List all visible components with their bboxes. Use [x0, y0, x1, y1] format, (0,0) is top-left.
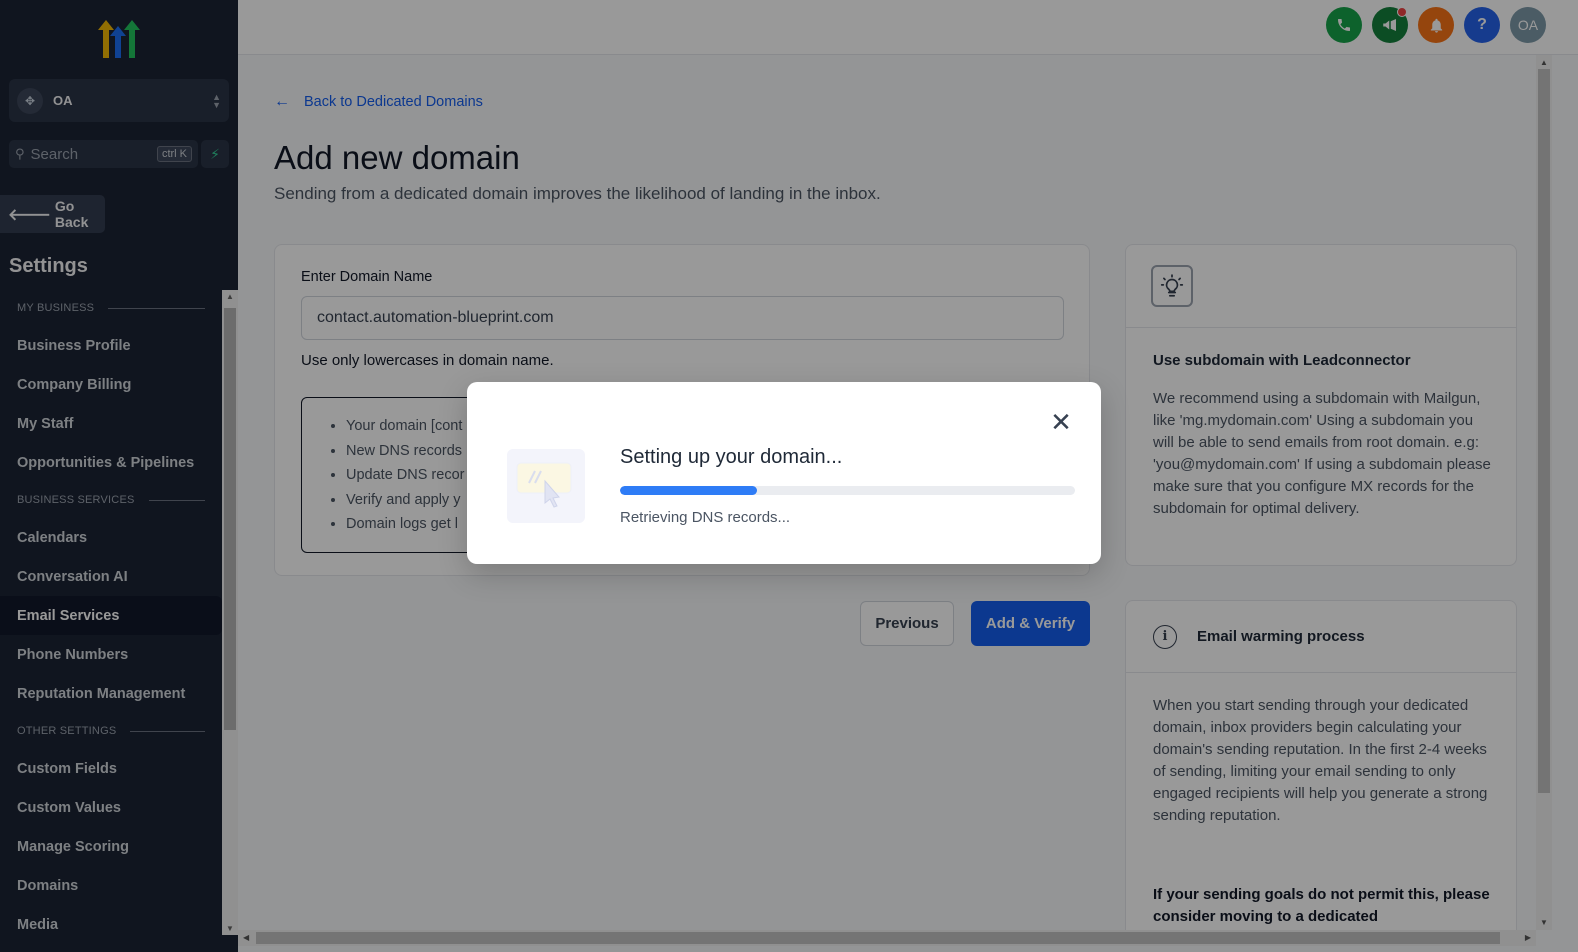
browser-cursor-illustration-icon: [507, 449, 585, 523]
close-icon[interactable]: ✕: [1049, 409, 1073, 435]
modal-title: Setting up your domain...: [620, 446, 843, 468]
setup-progress-bar: [620, 486, 1075, 495]
setup-progress-fill: [620, 486, 757, 495]
modal-status-text: Retrieving DNS records...: [620, 509, 791, 526]
domain-setup-modal: ✕ Setting up your domain... Retrieving D…: [467, 382, 1101, 564]
